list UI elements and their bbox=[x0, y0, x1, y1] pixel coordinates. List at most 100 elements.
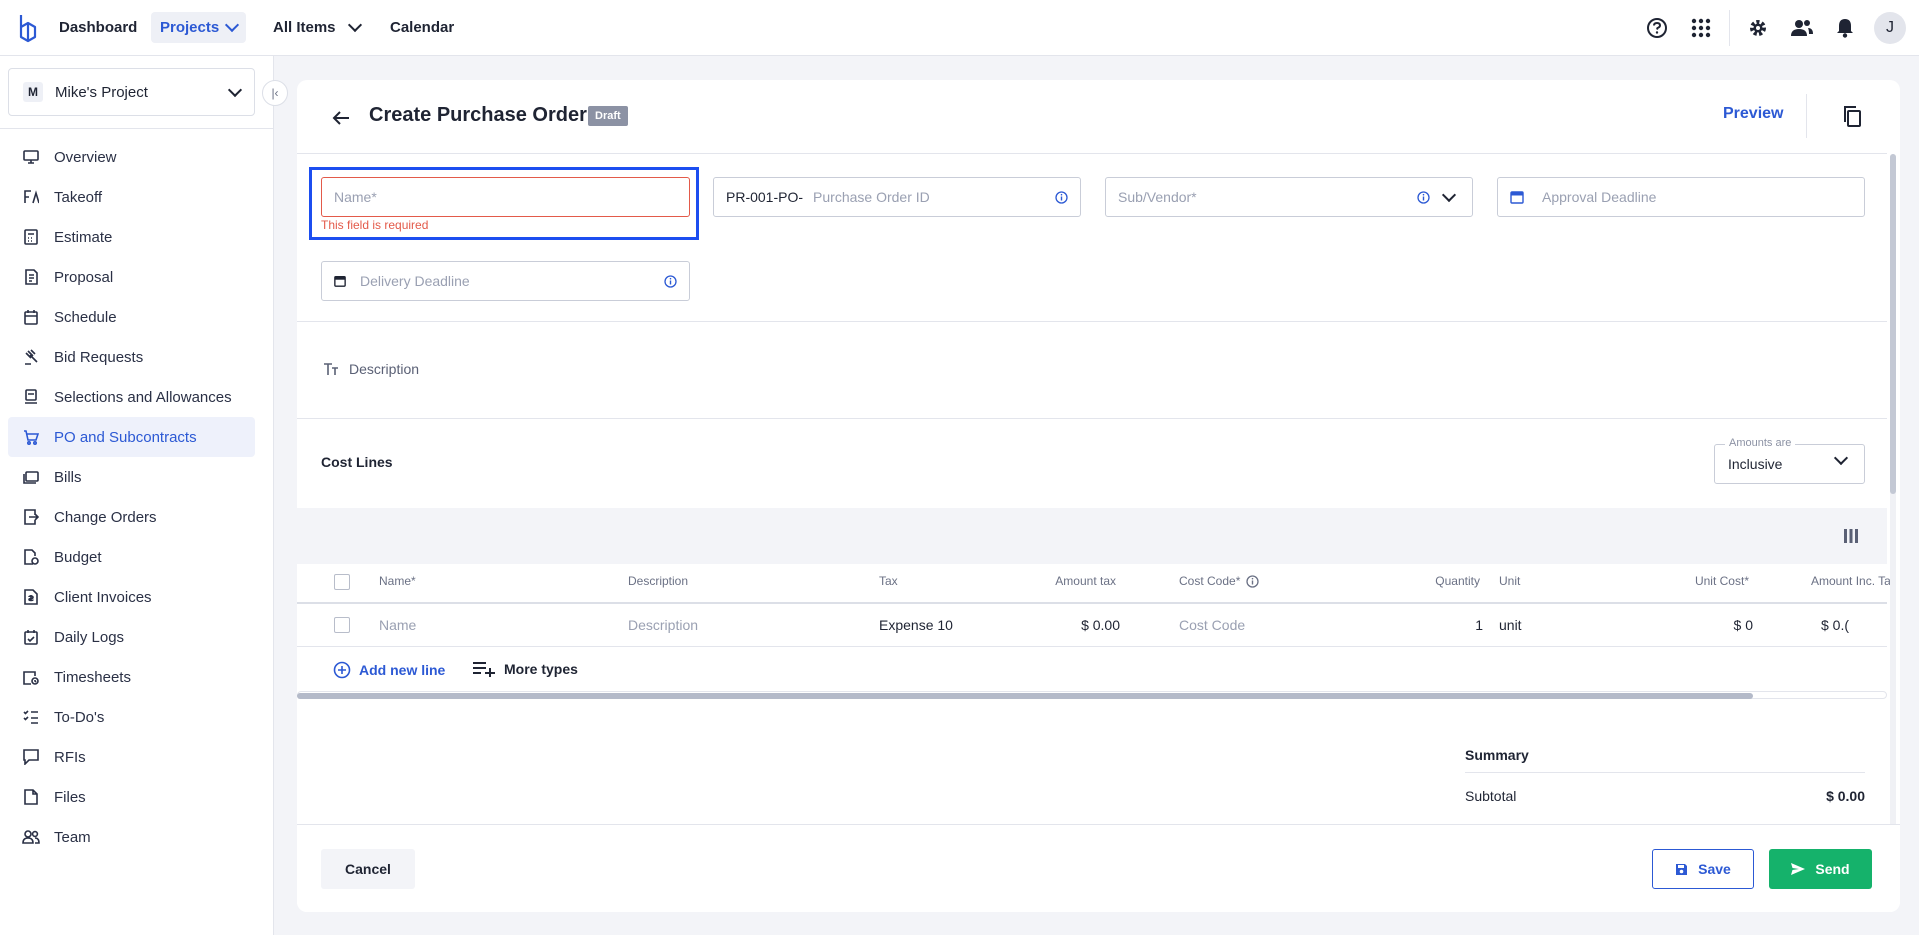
apps-grid-icon[interactable] bbox=[1689, 16, 1713, 40]
bell-icon[interactable] bbox=[1833, 16, 1857, 40]
table-toolbar bbox=[297, 508, 1887, 564]
column-header-unit-cost[interactable]: Unit Cost* bbox=[1597, 574, 1749, 588]
send-button[interactable]: Send bbox=[1769, 849, 1872, 889]
amounts-are-legend: Amounts are bbox=[1725, 437, 1796, 449]
sidebar-item-files[interactable]: Files bbox=[8, 777, 255, 817]
sidebar-item-label: Change Orders bbox=[54, 508, 157, 526]
columns-icon[interactable] bbox=[1843, 528, 1859, 544]
help-icon[interactable] bbox=[1645, 16, 1669, 40]
back-arrow-icon[interactable] bbox=[329, 106, 353, 130]
line-quantity-input[interactable]: 1 bbox=[1297, 617, 1483, 633]
section-divider bbox=[297, 418, 1887, 419]
info-icon[interactable] bbox=[1246, 574, 1260, 588]
chevron-down-icon bbox=[1441, 187, 1457, 202]
description-field[interactable]: Description bbox=[323, 361, 419, 377]
sidebar-item-timesheets[interactable]: Timesheets bbox=[8, 657, 255, 697]
copy-icon[interactable] bbox=[1840, 104, 1864, 128]
horizontal-scrollbar-thumb[interactable] bbox=[297, 693, 1753, 699]
sidebar-item-label: Files bbox=[54, 788, 86, 806]
info-icon[interactable] bbox=[1417, 190, 1430, 204]
sub-vendor-placeholder: Sub/Vendor* bbox=[1118, 189, 1197, 205]
sidebar-item-label: Client Invoices bbox=[54, 588, 152, 606]
app-logo-icon[interactable] bbox=[16, 13, 40, 43]
sidebar-item-label: Schedule bbox=[54, 308, 117, 326]
column-header-cost-code[interactable]: Cost Code* bbox=[1179, 574, 1260, 588]
sidebar-item-takeoff[interactable]: Takeoff bbox=[8, 177, 255, 217]
sidebar-item-overview[interactable]: Overview bbox=[8, 137, 255, 177]
save-button[interactable]: Save bbox=[1652, 849, 1754, 889]
line-unit-input[interactable]: unit bbox=[1499, 617, 1522, 633]
approval-deadline-field[interactable]: Approval Deadline bbox=[1497, 177, 1865, 217]
project-selector[interactable]: M Mike's Project bbox=[8, 68, 255, 116]
amounts-are-select[interactable]: Amounts are Inclusive bbox=[1714, 437, 1865, 484]
change-orders-icon bbox=[22, 508, 40, 526]
sidebar-item-proposal[interactable]: Proposal bbox=[8, 257, 255, 297]
row-checkbox[interactable] bbox=[334, 617, 350, 633]
line-tax-select[interactable]: Expense 10 bbox=[879, 617, 953, 633]
save-disk-icon bbox=[1676, 863, 1688, 875]
calendar-icon bbox=[1510, 191, 1524, 204]
budget-icon bbox=[22, 548, 40, 566]
po-id-placeholder: Purchase Order ID bbox=[813, 189, 930, 205]
people-icon[interactable] bbox=[1790, 16, 1814, 40]
sidebar-item-budget[interactable]: Budget bbox=[8, 537, 255, 577]
column-header-amount-inc-tax[interactable]: Amount Inc. Ta bbox=[1811, 574, 1891, 588]
header-divider-line bbox=[297, 153, 1887, 154]
sidebar-item-label: Timesheets bbox=[54, 668, 131, 686]
sidebar-item-todos[interactable]: To-Do's bbox=[8, 697, 255, 737]
line-amount-tax: $ 0.00 bbox=[1081, 617, 1120, 633]
sidebar-item-estimate[interactable]: Estimate bbox=[8, 217, 255, 257]
sub-vendor-select[interactable]: Sub/Vendor* bbox=[1105, 177, 1473, 217]
line-unit-cost-input[interactable]: $ 0 bbox=[1597, 617, 1753, 633]
column-header-quantity[interactable]: Quantity bbox=[1297, 574, 1480, 588]
delivery-deadline-placeholder: Delivery Deadline bbox=[360, 273, 470, 289]
preview-button[interactable]: Preview bbox=[1723, 105, 1783, 123]
sidebar-item-bills[interactable]: Bills bbox=[8, 457, 255, 497]
collapse-sidebar-button[interactable]: |‹ bbox=[262, 80, 288, 106]
sidebar-item-label: Team bbox=[54, 828, 91, 846]
subtotal-label: Subtotal bbox=[1465, 788, 1517, 804]
column-header-amount-tax[interactable]: Amount tax bbox=[997, 574, 1116, 588]
sidebar-item-label: Selections and Allowances bbox=[54, 388, 232, 406]
gear-icon[interactable] bbox=[1746, 16, 1770, 40]
line-description-input[interactable]: Description bbox=[628, 617, 698, 633]
section-divider bbox=[297, 321, 1887, 322]
sidebar-item-daily-logs[interactable]: Daily Logs bbox=[8, 617, 255, 657]
line-amount-inc-tax: $ 0.( bbox=[1821, 617, 1850, 633]
sidebar-item-po-and-subcontracts[interactable]: PO and Subcontracts bbox=[8, 417, 255, 457]
sidebar: M Mike's Project Overview Takeoff Estima… bbox=[0, 56, 274, 935]
selections-icon bbox=[22, 388, 40, 406]
sidebar-item-schedule[interactable]: Schedule bbox=[8, 297, 255, 337]
nav-projects[interactable]: Projects bbox=[151, 12, 247, 43]
line-name-input[interactable]: Name bbox=[379, 617, 416, 633]
column-header-unit[interactable]: Unit bbox=[1499, 574, 1520, 588]
user-avatar[interactable]: J bbox=[1874, 12, 1906, 44]
select-all-checkbox[interactable] bbox=[334, 574, 350, 590]
line-cost-code-select[interactable]: Cost Code bbox=[1179, 617, 1245, 633]
nav-all-items[interactable]: All Items bbox=[264, 12, 369, 43]
info-icon[interactable] bbox=[1055, 190, 1068, 204]
column-header-description[interactable]: Description bbox=[628, 574, 688, 588]
vertical-scrollbar-thumb[interactable] bbox=[1890, 154, 1896, 494]
sidebar-item-team[interactable]: Team bbox=[8, 817, 255, 857]
column-header-name[interactable]: Name* bbox=[379, 574, 416, 588]
column-header-tax[interactable]: Tax bbox=[879, 574, 898, 588]
sidebar-item-bid-requests[interactable]: Bid Requests bbox=[8, 337, 255, 377]
delivery-deadline-field[interactable]: Delivery Deadline bbox=[321, 261, 690, 301]
purchase-order-id-field[interactable]: PR-001-PO- Purchase Order ID bbox=[713, 177, 1081, 217]
info-icon[interactable] bbox=[664, 274, 677, 288]
nav-calendar[interactable]: Calendar bbox=[381, 12, 463, 43]
more-types-button[interactable]: More types bbox=[472, 661, 578, 677]
add-new-line-button[interactable]: Add new line bbox=[333, 661, 445, 679]
sidebar-item-client-invoices[interactable]: Client Invoices bbox=[8, 577, 255, 617]
nav-dashboard[interactable]: Dashboard bbox=[50, 12, 146, 43]
page-title: Create Purchase Order bbox=[369, 104, 587, 126]
proposal-icon bbox=[22, 268, 40, 286]
send-icon bbox=[1791, 863, 1806, 875]
sidebar-item-rfis[interactable]: RFIs bbox=[8, 737, 255, 777]
table-header-divider bbox=[297, 602, 1887, 604]
cancel-button[interactable]: Cancel bbox=[321, 849, 415, 889]
sidebar-item-change-orders[interactable]: Change Orders bbox=[8, 497, 255, 537]
sidebar-item-selections[interactable]: Selections and Allowances bbox=[8, 377, 255, 417]
send-label: Send bbox=[1815, 861, 1850, 877]
